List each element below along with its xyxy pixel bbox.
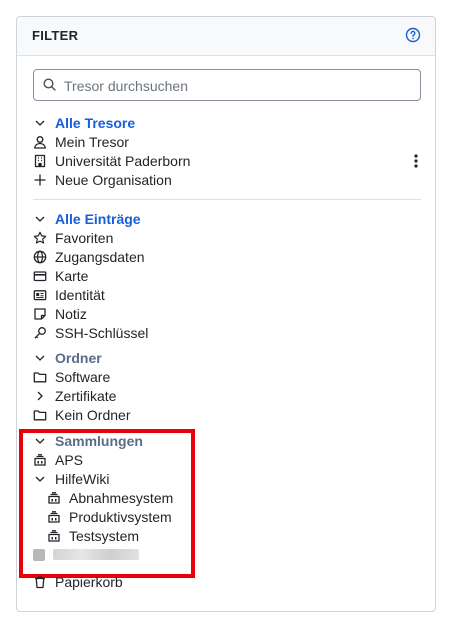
folder-item-software[interactable]: Software bbox=[33, 367, 421, 386]
folder-item-label: Software bbox=[55, 368, 111, 385]
plus-icon bbox=[33, 173, 47, 187]
note-icon bbox=[33, 307, 47, 321]
star-icon bbox=[33, 231, 47, 245]
entry-type-notiz[interactable]: Notiz bbox=[33, 304, 421, 323]
entry-type-identitaet[interactable]: Identität bbox=[33, 285, 421, 304]
trash-label: Papierkorb bbox=[55, 573, 123, 590]
trash-icon bbox=[33, 575, 47, 589]
vault-item-label: Universität Paderborn bbox=[55, 152, 191, 169]
entry-type-label: SSH-Schlüssel bbox=[55, 324, 149, 341]
entries-section: Alle Einträge Favoriten Zugangsdaten Kar… bbox=[33, 209, 421, 342]
folder-icon bbox=[33, 408, 47, 422]
folder-item-kein-ordner[interactable]: Kein Ordner bbox=[33, 405, 421, 424]
entries-header-label: Alle Einträge bbox=[55, 210, 141, 227]
entry-type-zugangsdaten[interactable]: Zugangsdaten bbox=[33, 247, 421, 266]
user-icon bbox=[33, 135, 47, 149]
search-icon bbox=[43, 78, 56, 91]
search-box[interactable] bbox=[33, 69, 421, 102]
panel-title: FILTER bbox=[32, 28, 79, 43]
entries-header[interactable]: Alle Einträge bbox=[33, 209, 421, 228]
red-highlight-box bbox=[19, 429, 195, 578]
vault-item-mein-tresor[interactable]: Mein Tresor bbox=[33, 132, 421, 151]
question-circle-icon[interactable] bbox=[405, 27, 421, 43]
folder-icon bbox=[33, 370, 47, 384]
trash-item[interactable]: Papierkorb bbox=[33, 572, 421, 591]
entry-type-label: Karte bbox=[55, 267, 89, 284]
folders-section: Ordner Software Zertifikate Kein Ordner bbox=[33, 348, 421, 424]
entry-type-label: Zugangsdaten bbox=[55, 248, 145, 265]
entry-type-label: Identität bbox=[55, 286, 105, 303]
folder-item-label: Zertifikate bbox=[55, 387, 117, 404]
chevron-down-icon bbox=[33, 212, 47, 226]
globe-icon bbox=[33, 250, 47, 264]
vaults-section: Alle Tresore Mein Tresor Universität Pad… bbox=[33, 113, 421, 189]
folder-item-label: Kein Ordner bbox=[55, 406, 131, 423]
entry-type-ssh-schluessel[interactable]: SSH-Schlüssel bbox=[33, 323, 421, 342]
id-card-icon bbox=[33, 288, 47, 302]
new-organization-label: Neue Organisation bbox=[55, 171, 172, 188]
chevron-down-icon bbox=[33, 116, 47, 130]
vaults-header-label: Alle Tresore bbox=[55, 114, 136, 131]
more-options-icon[interactable] bbox=[413, 154, 419, 168]
folders-header-label: Ordner bbox=[55, 349, 102, 366]
filter-panel: FILTER Alle Tresore Mein Tresor Universi… bbox=[16, 16, 436, 612]
entry-type-label: Notiz bbox=[55, 305, 87, 322]
key-icon bbox=[33, 326, 47, 340]
building-icon bbox=[33, 154, 47, 168]
vault-item-label: Mein Tresor bbox=[55, 133, 129, 150]
trash-section: Papierkorb bbox=[33, 572, 421, 591]
search-input[interactable] bbox=[62, 70, 416, 102]
chevron-right-icon bbox=[33, 389, 47, 403]
credit-card-icon bbox=[33, 269, 47, 283]
entry-type-karte[interactable]: Karte bbox=[33, 266, 421, 285]
chevron-down-icon bbox=[33, 351, 47, 365]
vault-item-universitaet-paderborn[interactable]: Universität Paderborn bbox=[33, 151, 421, 170]
filter-header: FILTER bbox=[17, 17, 435, 56]
new-organization-item[interactable]: Neue Organisation bbox=[33, 170, 421, 189]
folder-item-zertifikate[interactable]: Zertifikate bbox=[33, 386, 421, 405]
folders-header[interactable]: Ordner bbox=[33, 348, 421, 367]
divider bbox=[33, 199, 421, 200]
entry-type-favoriten[interactable]: Favoriten bbox=[33, 228, 421, 247]
entry-type-label: Favoriten bbox=[55, 229, 114, 246]
vaults-header[interactable]: Alle Tresore bbox=[33, 113, 421, 132]
